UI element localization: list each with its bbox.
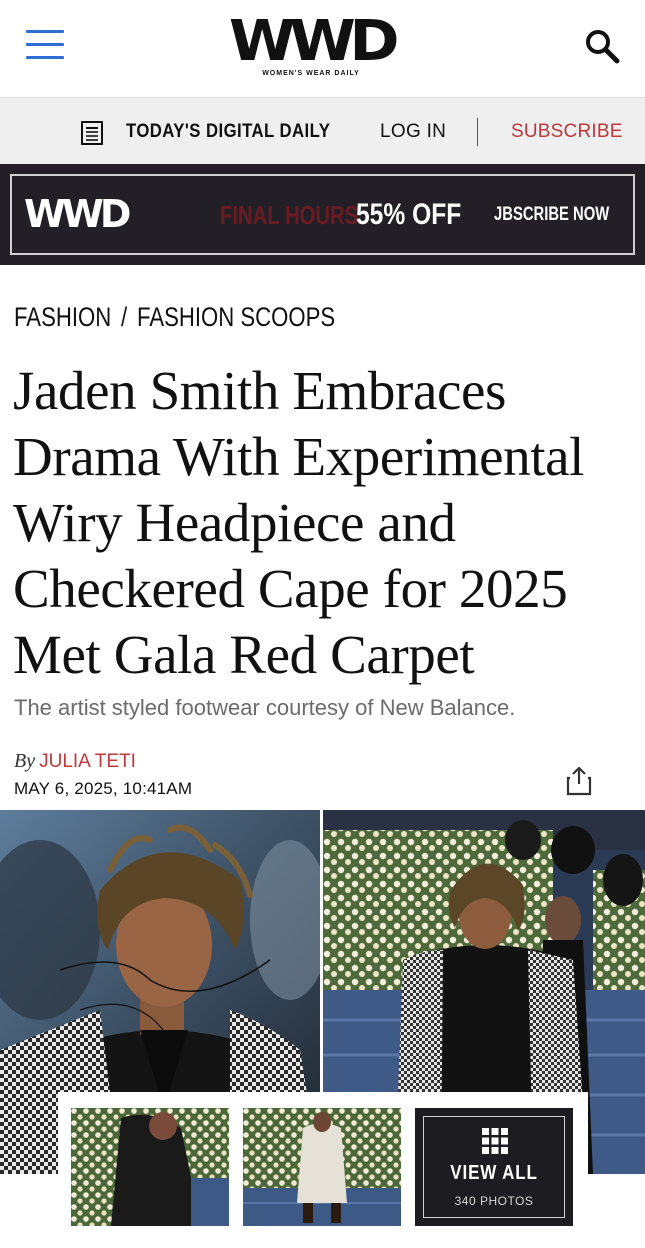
site-logo[interactable]: WWD WOMEN'S WEAR DAILY — [228, 9, 400, 84]
promo-final-hours: FINAL HOURS — [220, 200, 359, 230]
breadcrumb-section[interactable]: FASHION — [14, 302, 111, 332]
nav-divider — [477, 118, 478, 146]
byline-prefix: By — [14, 750, 36, 772]
article-dek: The artist styled footwear courtesy of N… — [14, 695, 516, 720]
photo-gallery[interactable]: VIEW ALL 340 PHOTOS — [0, 810, 645, 1248]
digital-daily-icon[interactable] — [80, 120, 104, 146]
login-link[interactable]: LOG IN — [380, 121, 446, 143]
photo-count: 340 PHOTOS — [454, 1194, 534, 1208]
gallery-thumbnail-strip: VIEW ALL 340 PHOTOS — [58, 1092, 588, 1240]
digital-daily-link[interactable]: TODAY'S DIGITAL DAILY — [126, 121, 330, 143]
article-headline: Jaden Smith Embraces Drama With Experime… — [13, 360, 584, 685]
menu-line — [26, 43, 64, 46]
publish-date: MAY 6, 2025, 10:41AM — [14, 779, 193, 798]
menu-line — [26, 56, 64, 59]
breadcrumb: FASHION / FASHION SCOOPS — [14, 302, 335, 333]
byline: By JULIA TETI — [14, 750, 136, 773]
menu-line — [26, 30, 64, 33]
promo-subscribe-cta[interactable]: JBSCRIBE NOW — [494, 204, 609, 226]
view-all-label: VIEW ALL — [450, 1162, 538, 1184]
hamburger-menu-icon[interactable] — [26, 30, 64, 60]
grid-icon — [482, 1128, 508, 1154]
author-link[interactable]: JULIA TETI — [39, 751, 136, 772]
gallery-thumbnail[interactable] — [243, 1108, 401, 1226]
promo-offer: 55% OFF — [356, 198, 462, 231]
share-icon[interactable] — [566, 766, 592, 796]
logo-wordmark: WWD — [228, 9, 400, 74]
search-icon[interactable] — [584, 28, 620, 64]
promo-logo: WWD — [24, 192, 131, 236]
gallery-thumbnail[interactable] — [71, 1108, 229, 1226]
view-all-photos-button[interactable]: VIEW ALL 340 PHOTOS — [415, 1108, 573, 1226]
breadcrumb-subsection[interactable]: FASHION SCOOPS — [137, 302, 335, 332]
site-header: WWD WOMEN'S WEAR DAILY — [0, 0, 645, 98]
breadcrumb-separator: / — [121, 302, 128, 332]
subscribe-link[interactable]: SUBSCRIBE — [511, 121, 623, 143]
